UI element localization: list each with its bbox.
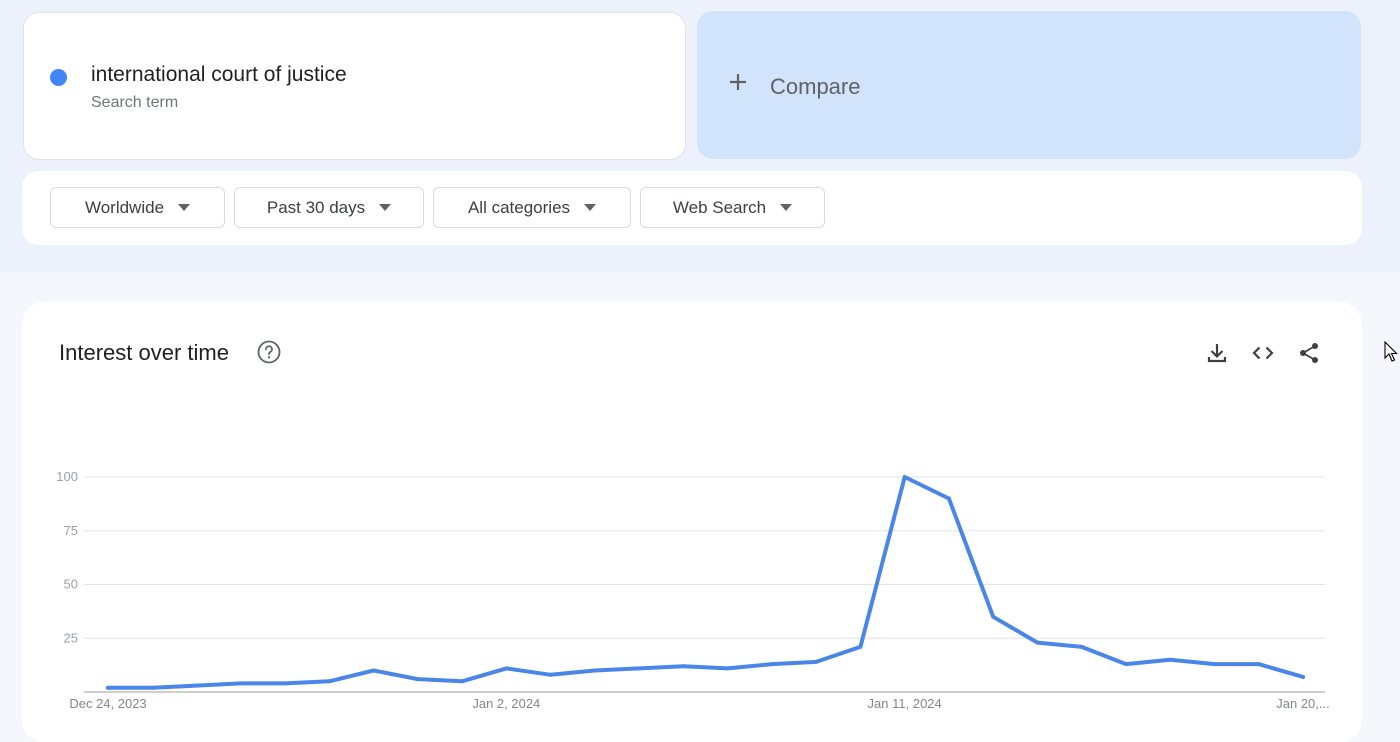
series-line: [106, 475, 1305, 690]
data-point: [814, 659, 819, 664]
interest-line-chart: 25 50 75 100 Dec 24, 2023 Jan 2, 2024 Jan 11, …: [56, 469, 1329, 711]
caret-down-icon: [584, 204, 597, 211]
search-term-card[interactable]: international court of justice Search te…: [23, 12, 686, 160]
compare-button[interactable]: Compare: [697, 11, 1361, 159]
y-tick-label: 100: [56, 469, 78, 484]
x-tick-label: Dec 24, 2023: [69, 696, 146, 711]
caret-down-icon: [178, 204, 191, 211]
data-point: [1168, 657, 1173, 662]
data-point: [327, 679, 332, 684]
caret-down-icon: [379, 204, 392, 211]
data-point: [1123, 662, 1128, 667]
filter-time-label: Past 30 days: [266, 197, 366, 217]
filter-region-dropdown[interactable]: Worldwide: [50, 187, 225, 228]
interest-over-time-card: Interest over time 25 50 75 100 Dec 24, 2023…: [22, 302, 1362, 742]
data-point: [238, 681, 243, 686]
mouse-cursor-icon: [1384, 341, 1398, 362]
filter-search-type-label: Web Search: [672, 197, 767, 217]
y-tick-label: 25: [64, 630, 78, 645]
data-point: [637, 666, 642, 671]
data-point: [415, 677, 420, 682]
data-point: [106, 685, 110, 690]
data-point: [1212, 662, 1217, 667]
x-tick-label: Jan 20,...: [1276, 696, 1329, 711]
data-point: [150, 685, 155, 690]
data-point: [1035, 640, 1040, 645]
filter-time-dropdown[interactable]: Past 30 days: [234, 187, 424, 228]
compare-label: Compare: [770, 74, 861, 99]
y-tick-label: 75: [64, 523, 78, 538]
data-point: [548, 672, 553, 677]
data-point: [769, 662, 774, 667]
data-point: [858, 644, 863, 649]
data-point: [946, 496, 951, 501]
series-color-dot: [50, 69, 67, 86]
x-tick-label: Jan 2, 2024: [472, 696, 540, 711]
search-term-subtitle: Search term: [91, 94, 179, 111]
filter-bar: Worldwide Past 30 days All categories We…: [22, 171, 1362, 245]
filter-category-label: All categories: [467, 197, 571, 217]
caret-down-icon: [780, 204, 793, 211]
data-point: [283, 681, 288, 686]
data-point: [991, 614, 996, 619]
x-tick-label: Jan 11, 2024: [868, 696, 942, 711]
plus-icon: [730, 74, 746, 90]
data-point: [1079, 644, 1084, 649]
search-term-name[interactable]: international court of justice: [91, 63, 347, 87]
data-point: [592, 668, 597, 673]
y-tick-label: 50: [64, 577, 78, 592]
data-point: [902, 475, 907, 479]
filter-category-dropdown[interactable]: All categories: [433, 187, 631, 228]
filter-search-type-dropdown[interactable]: Web Search: [640, 187, 825, 228]
filter-region-label: Worldwide: [84, 197, 165, 217]
data-point: [460, 679, 465, 684]
data-point: [725, 666, 730, 671]
data-point: [1256, 662, 1261, 667]
data-point: [194, 683, 199, 688]
data-point: [504, 666, 509, 671]
data-point: [681, 664, 686, 669]
data-point: [371, 668, 376, 673]
data-point: [1301, 674, 1305, 679]
